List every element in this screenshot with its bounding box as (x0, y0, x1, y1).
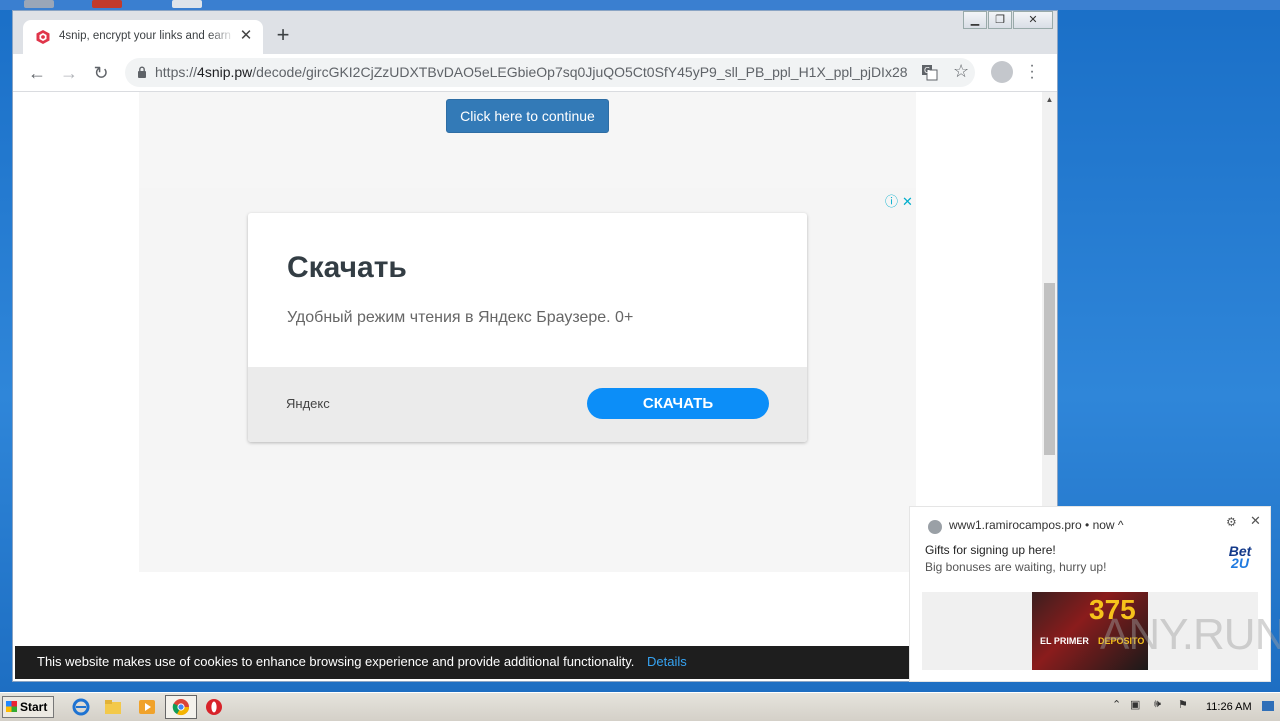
desktop-background (0, 0, 1280, 10)
windows-logo-icon (6, 701, 17, 712)
tab-close-icon[interactable]: ✕ (237, 27, 255, 45)
ad-container: ⓘ✕ Скачать Удобный режим чтения в Яндекс… (139, 188, 916, 470)
ad-card[interactable]: Скачать Удобный режим чтения в Яндекс Бр… (248, 213, 807, 442)
notification-time: • now ^ (1085, 518, 1124, 532)
url-scheme: https:// (155, 64, 198, 80)
volume-icon[interactable]: 🕪 (1154, 698, 1161, 711)
notification-close-icon[interactable]: ✕ (1250, 513, 1261, 529)
ad-controls: ⓘ✕ (885, 191, 917, 210)
notification-title: Gifts for signing up here! (925, 543, 1056, 557)
system-tray: ⌃ ▣ 🕪 ⚑ (1108, 697, 1278, 717)
browser-toolbar: ← → ↻ https://4snip.pw/decode/gircGKI2Cj… (13, 54, 1057, 92)
desktop-hint (24, 0, 54, 8)
browser-window: 4snip, encrypt your links and earn money… (12, 10, 1058, 682)
translate-icon[interactable]: G (921, 64, 938, 81)
action-center-flag-icon[interactable]: ⚑ (1178, 698, 1188, 711)
start-button[interactable]: Start (2, 696, 54, 718)
tab-4snip[interactable]: 4snip, encrypt your links and earn money… (23, 20, 263, 54)
window-close-button[interactable]: ✕ (1013, 11, 1053, 29)
desktop-hint (172, 0, 202, 8)
chrome-icon (928, 520, 942, 534)
explorer-folder-icon[interactable] (104, 698, 122, 716)
cookie-text: This website makes use of cookies to enh… (37, 654, 635, 669)
notification-body: Big bonuses are waiting, hurry up! (925, 560, 1107, 574)
bookmark-star-icon[interactable]: ☆ (953, 61, 969, 82)
logo-line2: 2U (1231, 555, 1249, 571)
ad-close-icon[interactable]: ✕ (902, 194, 917, 209)
svg-text:G: G (924, 66, 930, 75)
ad-download-button[interactable]: СКАЧАТЬ (587, 388, 769, 419)
lock-icon (138, 66, 146, 78)
chrome-taskbar-button[interactable] (165, 695, 197, 719)
tray-expand-icon[interactable]: ⌃ (1112, 698, 1121, 711)
opera-icon[interactable] (205, 698, 223, 716)
image-text-left: EL PRIMER (1040, 636, 1089, 646)
push-notification[interactable]: www1.ramirocampos.pro • now ^ ⚙ ✕ Gifts … (910, 507, 1280, 681)
reload-icon[interactable]: ↻ (89, 61, 113, 85)
ad-info-icon[interactable]: ⓘ (885, 194, 902, 209)
ad-brand: Яндекс (286, 396, 330, 411)
continue-button[interactable]: Click here to continue (446, 99, 609, 133)
desktop-hint (92, 0, 122, 8)
page-viewport: Click here to continue ⓘ✕ Скачать Удобны… (13, 92, 1042, 681)
cookie-banner: This website makes use of cookies to enh… (15, 646, 1042, 679)
url-path: /decode/gircGKI2CjZzUDXTBvDAO5eLEGbieOp7… (252, 64, 907, 80)
taskbar-clock[interactable]: 11:26 AM (1206, 701, 1252, 713)
network-icon[interactable]: ▣ (1130, 698, 1140, 711)
anyrun-watermark: ANY.RUN (1100, 610, 1280, 659)
minimize-button[interactable]: ▁ (963, 11, 987, 29)
back-arrow-icon[interactable]: ← (25, 61, 49, 85)
bet2u-logo: Bet 2U (1223, 544, 1257, 571)
profile-avatar-icon[interactable] (991, 61, 1013, 83)
cookie-details-link[interactable]: Details (647, 654, 687, 669)
notification-settings-icon[interactable]: ⚙ (1226, 515, 1237, 529)
ad-description: Удобный режим чтения в Яндекс Браузере. … (287, 309, 634, 326)
content-panel: Click here to continue ⓘ✕ Скачать Удобны… (139, 92, 916, 572)
scroll-thumb[interactable] (1044, 283, 1055, 455)
media-player-icon[interactable] (138, 698, 156, 716)
restore-button[interactable]: ❐ (988, 11, 1012, 29)
url-host: 4snip.pw (197, 64, 253, 80)
site-favicon-icon (36, 30, 50, 44)
tab-strip: 4snip, encrypt your links and earn money… (13, 11, 1057, 54)
show-desktop-icon[interactable] (1262, 701, 1274, 711)
notification-origin: www1.ramirocampos.pro • now ^ (949, 518, 1124, 532)
browser-menu-icon[interactable]: · · · (1027, 58, 1037, 86)
address-bar[interactable]: https://4snip.pw/decode/gircGKI2CjZzUDXT… (125, 58, 975, 87)
notification-origin-host: www1.ramirocampos.pro (949, 518, 1082, 532)
start-label: Start (20, 700, 48, 714)
internet-explorer-icon[interactable] (72, 698, 90, 716)
tab-title: 4snip, encrypt your links and earn money (59, 30, 235, 42)
forward-arrow-icon[interactable]: → (57, 61, 81, 85)
taskbar: Start ⌃ ▣ 🕪 ⚑ 11:26 AM (0, 692, 1280, 721)
scroll-up-arrow-icon[interactable]: ▲ (1042, 92, 1057, 108)
chrome-icon (172, 699, 190, 716)
ad-footer: Яндекс СКАЧАТЬ (248, 367, 807, 442)
url-text[interactable]: https://4snip.pw/decode/gircGKI2CjZzUDXT… (155, 64, 907, 80)
ad-title: Скачать (287, 251, 407, 284)
new-tab-button[interactable]: + (271, 24, 295, 48)
